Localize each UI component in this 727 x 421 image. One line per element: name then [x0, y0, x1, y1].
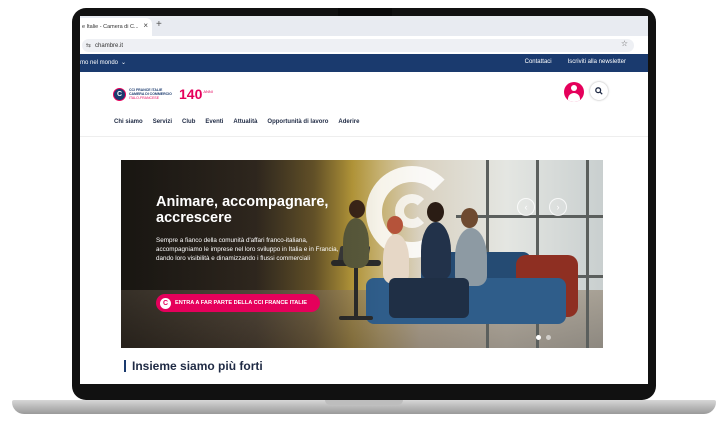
world-menu-label: mo nel mondo: [80, 59, 119, 66]
star-icon[interactable]: ☆: [621, 39, 628, 48]
logo-anniversary-sup: ANNI: [203, 89, 213, 94]
site-topbar: mo nel mondo ⌄ Contattaci Iscriviti alla…: [80, 54, 648, 72]
carousel-dot[interactable]: [546, 335, 551, 340]
laptop-screen: e Italie - Camera di C... × + ⇆ chambre.…: [80, 16, 648, 384]
arrow-left-icon[interactable]: ‹: [517, 198, 535, 216]
browser-tab-title: e Italie - Camera di C...: [82, 24, 138, 30]
person-2: [383, 234, 409, 284]
chevron-down-icon: ⌄: [121, 60, 127, 66]
search-button[interactable]: [590, 82, 608, 100]
main-nav: Chi siamo Servizi Club Eventi Attualità …: [80, 112, 648, 137]
address-bar[interactable]: ⇆ chambre.it ☆: [82, 39, 634, 52]
topbar-links: Contattaci Iscriviti alla newsletter: [525, 59, 626, 65]
logo-anniversary: 140: [179, 86, 203, 102]
window-mullion: [586, 160, 589, 348]
nav-list: Chi siamo Servizi Club Eventi Attualità …: [114, 119, 359, 125]
new-tab-button[interactable]: +: [156, 19, 162, 30]
cta-logo-icon: C: [160, 297, 171, 309]
hero-banner: Animare, accompagnare, accrescere Sempre…: [121, 160, 603, 348]
laptop-base: [12, 400, 716, 414]
address-text: chambre.it: [95, 42, 124, 49]
window-transom: [456, 215, 603, 218]
person-legs: [389, 278, 469, 318]
nav-item-eventi[interactable]: Eventi: [205, 119, 223, 125]
nav-item-chi-siamo[interactable]: Chi siamo: [114, 119, 143, 125]
person-2-head: [387, 216, 403, 234]
person-3: [421, 222, 451, 280]
nav-item-opportunita[interactable]: Opportunità di lavoro: [267, 119, 328, 125]
user-icon[interactable]: [564, 82, 584, 102]
logo-line-3: ITALO-FRANCESE: [129, 96, 160, 100]
browser-tab-bar: e Italie - Camera di C... × +: [80, 16, 648, 36]
browser-toolbar: ⇆ chambre.it ☆: [80, 36, 648, 54]
contact-link[interactable]: Contattaci: [525, 59, 552, 65]
site-logo[interactable]: C CCI FRANCE ITALIE CAMERA DI COMMERCIO …: [113, 86, 213, 102]
person-4-head: [461, 208, 478, 228]
browser-tab[interactable]: e Italie - Camera di C... ×: [80, 18, 152, 36]
section-title: Insieme siamo più forti: [124, 360, 263, 372]
nav-item-servizi[interactable]: Servizi: [153, 119, 172, 125]
site-header: C CCI FRANCE ITALIE CAMERA DI COMMERCIO …: [80, 72, 648, 112]
logo-text: CCI FRANCE ITALIE CAMERA DI COMMERCIO IT…: [129, 88, 177, 100]
user-icon-head: [571, 85, 577, 91]
newsletter-link[interactable]: Iscriviti alla newsletter: [568, 59, 626, 65]
arrow-right-icon[interactable]: ›: [549, 198, 567, 216]
carousel-dots: [536, 335, 551, 340]
join-cta-button[interactable]: C ENTRA A FAR PARTE DELLA CCI FRANCE ITA…: [156, 294, 320, 312]
logo-mark: C: [113, 87, 126, 101]
tune-icon[interactable]: ⇆: [86, 42, 91, 49]
nav-item-club[interactable]: Club: [182, 119, 195, 125]
nav-item-aderire[interactable]: Aderire: [338, 119, 359, 125]
carousel-dot[interactable]: [536, 335, 541, 340]
world-menu[interactable]: mo nel mondo ⌄: [80, 59, 127, 67]
close-icon[interactable]: ×: [143, 21, 148, 30]
cta-label: ENTRA A FAR PARTE DELLA CCI FRANCE ITALI…: [175, 300, 307, 306]
hero-title: Animare, accompagnare, accrescere: [156, 194, 329, 226]
laptop-base-notch: [325, 400, 403, 405]
search-icon: [595, 87, 603, 95]
person-3-head: [427, 202, 444, 222]
nav-item-attualita[interactable]: Attualità: [233, 119, 257, 125]
user-icon-body: [568, 93, 580, 102]
hero-text: Sempre a fianco della comunità d'affari …: [156, 237, 339, 262]
